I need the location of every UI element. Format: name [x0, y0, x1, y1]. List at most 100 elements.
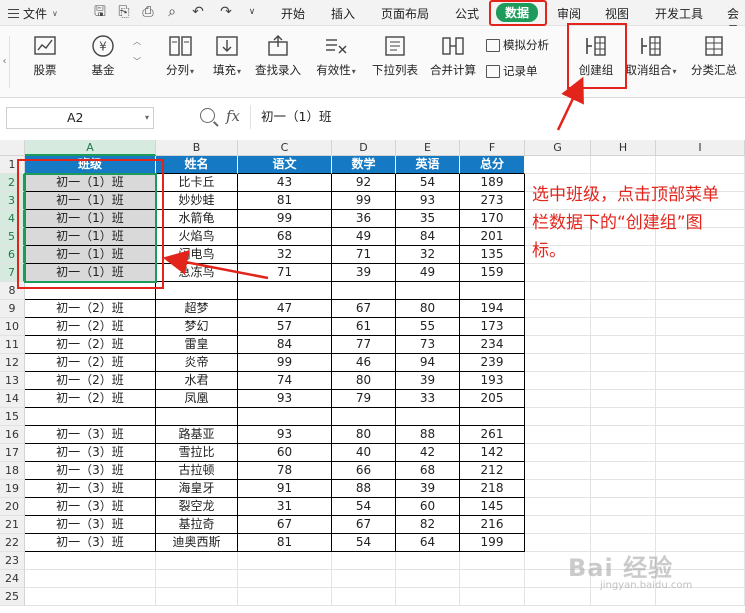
- print-preview-icon[interactable]: ⌕: [164, 4, 180, 20]
- cell[interactable]: [156, 552, 238, 570]
- cell[interactable]: [525, 408, 591, 426]
- table-cell[interactable]: 84: [396, 228, 460, 246]
- merge-calc-button[interactable]: 合并计算: [428, 34, 478, 78]
- table-cell[interactable]: 79: [332, 390, 396, 408]
- table-cell[interactable]: 39: [332, 264, 396, 282]
- column-header[interactable]: I: [656, 140, 745, 156]
- table-header-cell[interactable]: 班级: [25, 156, 156, 174]
- table-cell[interactable]: 54: [332, 498, 396, 516]
- table-cell[interactable]: 173: [460, 318, 525, 336]
- fund-button[interactable]: ¥ 基金: [88, 34, 118, 78]
- table-cell[interactable]: 初一（1）班: [25, 228, 156, 246]
- table-cell[interactable]: 234: [460, 336, 525, 354]
- table-cell[interactable]: 55: [396, 318, 460, 336]
- file-menu[interactable]: 文件 ∨: [8, 5, 58, 22]
- save-icon[interactable]: 🖫: [92, 4, 108, 20]
- row-header[interactable]: 6: [0, 246, 25, 264]
- table-header-cell[interactable]: 姓名: [156, 156, 238, 174]
- row-header[interactable]: 24: [0, 570, 25, 588]
- column-header[interactable]: G: [525, 140, 591, 156]
- formula-input[interactable]: 初一（1）班: [250, 105, 745, 129]
- table-cell[interactable]: 80: [332, 426, 396, 444]
- table-cell[interactable]: 71: [332, 246, 396, 264]
- table-cell[interactable]: 99: [238, 210, 332, 228]
- cell[interactable]: [591, 516, 656, 534]
- cell[interactable]: [460, 570, 525, 588]
- cell[interactable]: [396, 282, 460, 300]
- cell[interactable]: [396, 570, 460, 588]
- table-cell[interactable]: 93: [396, 192, 460, 210]
- row-header[interactable]: 16: [0, 426, 25, 444]
- table-cell[interactable]: 初一（2）班: [25, 318, 156, 336]
- row-header[interactable]: 21: [0, 516, 25, 534]
- table-cell[interactable]: 94: [396, 354, 460, 372]
- table-cell[interactable]: 迪奥西斯: [156, 534, 238, 552]
- cell[interactable]: [591, 426, 656, 444]
- cell[interactable]: [591, 264, 656, 282]
- export-pdf-icon[interactable]: ⎘: [116, 4, 132, 20]
- row-header[interactable]: 15: [0, 408, 25, 426]
- cell[interactable]: [525, 426, 591, 444]
- table-cell[interactable]: 40: [332, 444, 396, 462]
- cell[interactable]: [591, 444, 656, 462]
- cell[interactable]: [656, 318, 745, 336]
- cell[interactable]: [460, 588, 525, 606]
- table-cell[interactable]: 218: [460, 480, 525, 498]
- row-header[interactable]: 19: [0, 480, 25, 498]
- table-cell[interactable]: 初一（3）班: [25, 426, 156, 444]
- table-cell[interactable]: 81: [238, 192, 332, 210]
- cell[interactable]: [332, 570, 396, 588]
- cell[interactable]: [332, 408, 396, 426]
- table-cell[interactable]: 46: [332, 354, 396, 372]
- cell[interactable]: [525, 336, 591, 354]
- table-cell[interactable]: 古拉顿: [156, 462, 238, 480]
- table-cell[interactable]: 39: [396, 372, 460, 390]
- table-cell[interactable]: 32: [396, 246, 460, 264]
- table-cell[interactable]: 路基亚: [156, 426, 238, 444]
- cell[interactable]: [460, 552, 525, 570]
- row-header[interactable]: 12: [0, 354, 25, 372]
- zoom-icon[interactable]: [200, 108, 215, 123]
- table-cell[interactable]: 199: [460, 534, 525, 552]
- tab-home[interactable]: 开始: [281, 5, 305, 22]
- table-cell[interactable]: 64: [396, 534, 460, 552]
- row-header[interactable]: 8: [0, 282, 25, 300]
- table-cell[interactable]: 80: [396, 300, 460, 318]
- cell[interactable]: [238, 408, 332, 426]
- table-cell[interactable]: 273: [460, 192, 525, 210]
- column-header[interactable]: B: [156, 140, 238, 156]
- table-cell[interactable]: 雷皇: [156, 336, 238, 354]
- table-cell[interactable]: 159: [460, 264, 525, 282]
- cell[interactable]: [25, 588, 156, 606]
- row-header[interactable]: 7: [0, 264, 25, 282]
- table-cell[interactable]: 135: [460, 246, 525, 264]
- cell[interactable]: [656, 264, 745, 282]
- cell[interactable]: [656, 462, 745, 480]
- table-cell[interactable]: 初一（3）班: [25, 534, 156, 552]
- table-cell[interactable]: 海皇牙: [156, 480, 238, 498]
- table-cell[interactable]: 88: [396, 426, 460, 444]
- cell[interactable]: [656, 336, 745, 354]
- cell[interactable]: [525, 264, 591, 282]
- cell[interactable]: [591, 318, 656, 336]
- undo-icon[interactable]: ↶: [190, 4, 206, 20]
- cell[interactable]: [591, 372, 656, 390]
- table-cell[interactable]: 93: [238, 426, 332, 444]
- table-cell[interactable]: 初一（1）班: [25, 264, 156, 282]
- cell[interactable]: [525, 462, 591, 480]
- column-header[interactable]: A: [25, 140, 156, 156]
- table-cell[interactable]: 35: [396, 210, 460, 228]
- cell[interactable]: [525, 282, 591, 300]
- table-cell[interactable]: 80: [332, 372, 396, 390]
- tab-review[interactable]: 审阅: [557, 5, 581, 22]
- cell[interactable]: [591, 408, 656, 426]
- tab-page-layout[interactable]: 页面布局: [381, 5, 429, 22]
- cell[interactable]: [591, 390, 656, 408]
- table-cell[interactable]: 妙妙蛙: [156, 192, 238, 210]
- cell[interactable]: [656, 444, 745, 462]
- tab-insert[interactable]: 插入: [331, 5, 355, 22]
- cell[interactable]: [525, 480, 591, 498]
- table-cell[interactable]: 32: [238, 246, 332, 264]
- cell[interactable]: [396, 588, 460, 606]
- more-chevron-icon[interactable]: ∨: [244, 4, 260, 20]
